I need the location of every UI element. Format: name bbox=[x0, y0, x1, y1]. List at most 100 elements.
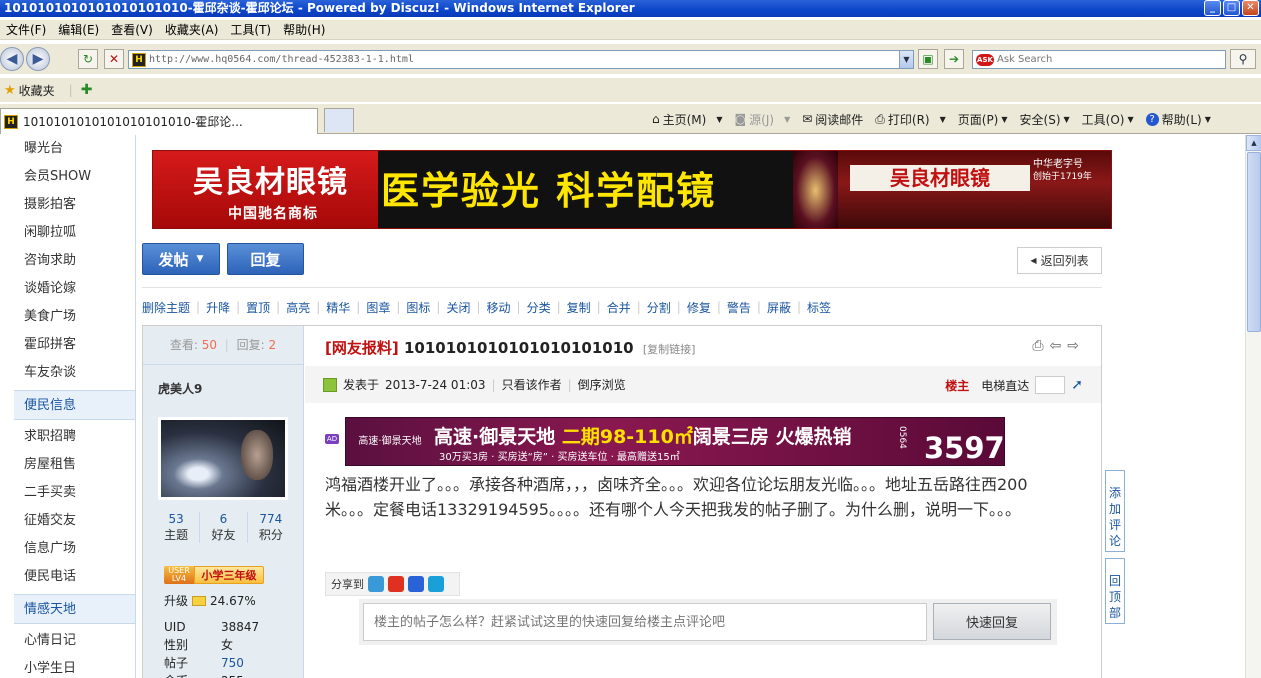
new-post-button[interactable]: 发帖 ▼ bbox=[142, 243, 220, 275]
compatibility-view-button[interactable]: ▣ bbox=[918, 49, 938, 69]
tab-current[interactable]: H 1010101010101010101010-霍邱论... bbox=[0, 108, 318, 134]
menu-tools[interactable]: 工具(T) bbox=[224, 20, 277, 39]
count-points[interactable]: 774 积分 bbox=[248, 512, 294, 543]
cmd-mail[interactable]: ✉ 阅读邮件 bbox=[796, 108, 869, 130]
sidebar-item[interactable]: 闲聊拉呱 bbox=[14, 219, 135, 247]
back-to-top-button[interactable]: 回顶部 bbox=[1105, 558, 1125, 624]
quick-reply-input[interactable] bbox=[363, 603, 927, 641]
sidebar-item[interactable]: 二手买卖 bbox=[14, 479, 135, 507]
sidebar-section-header[interactable]: 情感天地 bbox=[14, 594, 135, 624]
cmd-safety[interactable]: 安全(S) ▼ bbox=[1014, 108, 1076, 130]
new-tab-button[interactable] bbox=[324, 108, 354, 132]
sidebar-item[interactable]: 求职招聘 bbox=[14, 423, 135, 451]
chevron-down-icon[interactable]: ▼ bbox=[716, 115, 722, 124]
sidebar-item[interactable]: 摄影拍客 bbox=[14, 191, 135, 219]
search-bar[interactable]: ASK bbox=[972, 50, 1226, 69]
qzone-share-icon[interactable] bbox=[368, 576, 384, 592]
qq-share-icon[interactable] bbox=[428, 576, 444, 592]
prev-thread-icon[interactable]: ⇦ bbox=[1050, 338, 1062, 354]
quick-reply-button[interactable]: 快速回复 bbox=[933, 603, 1051, 640]
chevron-down-icon[interactable]: ▼ bbox=[784, 115, 790, 124]
glasses-ad-banner[interactable]: 吴良材眼镜 中国驰名商标 医学验光 科学配镜 吴良材眼镜 中华老字号 创始于17… bbox=[152, 150, 1112, 229]
menu-view[interactable]: 查看(V) bbox=[105, 20, 159, 39]
search-input[interactable] bbox=[997, 54, 1225, 65]
sidebar-item[interactable]: 房屋租售 bbox=[14, 451, 135, 479]
vertical-scrollbar[interactable]: ▲ bbox=[1245, 135, 1261, 678]
back-to-list-button[interactable]: ◀ 返回列表 bbox=[1017, 247, 1102, 274]
sidebar-item[interactable]: 曝光台 bbox=[14, 135, 135, 163]
sidebar-item[interactable]: 小学生日 bbox=[14, 655, 135, 678]
mod-action[interactable]: 分类 bbox=[527, 299, 551, 316]
mod-action[interactable]: 图标 bbox=[406, 299, 430, 316]
only-author-link[interactable]: 只看该作者 bbox=[502, 376, 562, 393]
sidebar-item[interactable]: 车友杂谈 bbox=[14, 359, 135, 387]
mod-action[interactable]: 合并 bbox=[607, 299, 631, 316]
mod-action[interactable]: 屏蔽 bbox=[767, 299, 791, 316]
sidebar-section-header[interactable]: 便民信息 bbox=[14, 390, 135, 420]
count-friends[interactable]: 6 好友 bbox=[200, 512, 248, 543]
maximize-button[interactable]: □ bbox=[1223, 0, 1240, 16]
add-favorite-icon[interactable]: ✚ bbox=[81, 82, 93, 98]
menu-help[interactable]: 帮助(H) bbox=[277, 20, 331, 39]
print-icon[interactable]: ⎙ bbox=[1032, 338, 1043, 354]
refresh-button[interactable]: ↻ bbox=[78, 49, 98, 69]
cmd-help[interactable]: ? 帮助(L) ▼ bbox=[1140, 108, 1217, 130]
scroll-thumb[interactable] bbox=[1247, 152, 1261, 332]
avatar[interactable] bbox=[158, 417, 288, 500]
cmd-feeds[interactable]: ◙ 源(J) ▼ bbox=[729, 108, 797, 130]
mod-action[interactable]: 删除主题 bbox=[142, 299, 190, 316]
mod-action[interactable]: 复制 bbox=[567, 299, 591, 316]
forward-button[interactable]: ▶ bbox=[26, 47, 50, 71]
search-button[interactable]: ⚲ bbox=[1230, 49, 1256, 69]
address-dropdown-icon[interactable]: ▼ bbox=[899, 51, 913, 68]
sidebar-item[interactable]: 信息广场 bbox=[14, 535, 135, 563]
address-bar[interactable]: H ▼ bbox=[128, 50, 914, 69]
menu-file[interactable]: 文件(F) bbox=[0, 20, 52, 39]
reverse-order-link[interactable]: 倒序浏览 bbox=[578, 376, 626, 393]
cmd-print[interactable]: ⎙ 打印(R) ▼ bbox=[869, 108, 951, 130]
sidebar-item[interactable]: 咨询求助 bbox=[14, 247, 135, 275]
copy-link[interactable]: [复制链接] bbox=[643, 343, 696, 356]
favorites-button[interactable]: 收藏夹 bbox=[19, 82, 55, 99]
cmd-tools[interactable]: 工具(O) ▼ bbox=[1076, 108, 1140, 130]
mod-action[interactable]: 图章 bbox=[366, 299, 390, 316]
back-button[interactable]: ◀ bbox=[0, 47, 24, 71]
info-value[interactable]: 750 bbox=[221, 654, 244, 672]
mod-action[interactable]: 移动 bbox=[487, 299, 511, 316]
sidebar-item[interactable]: 美食广场 bbox=[14, 303, 135, 331]
mod-action[interactable]: 精华 bbox=[326, 299, 350, 316]
menu-favorites[interactable]: 收藏夹(A) bbox=[159, 20, 225, 39]
mod-action[interactable]: 关闭 bbox=[446, 299, 470, 316]
mod-action[interactable]: 标签 bbox=[807, 299, 831, 316]
next-thread-icon[interactable]: ⇨ bbox=[1067, 338, 1079, 354]
go-button[interactable]: ➔ bbox=[944, 49, 964, 69]
minimize-button[interactable]: _ bbox=[1204, 0, 1221, 16]
mod-action[interactable]: 修复 bbox=[687, 299, 711, 316]
close-button[interactable]: ✕ bbox=[1242, 0, 1259, 16]
cmd-home[interactable]: ⌂ 主页(M) ▼ bbox=[646, 108, 729, 130]
realestate-ad-banner[interactable]: 高速·御景天地 高速·御景天地 二期98-110㎡阔景三房 火爆热销 30万买3… bbox=[345, 417, 1005, 466]
sidebar-item[interactable]: 便民电话 bbox=[14, 563, 135, 591]
sidebar-item[interactable]: 会员SHOW bbox=[14, 163, 135, 191]
chevron-down-icon[interactable]: ▼ bbox=[940, 115, 946, 124]
address-input[interactable] bbox=[149, 54, 899, 65]
reply-button[interactable]: 回复 bbox=[227, 243, 304, 275]
thread-category[interactable]: [网友报料] bbox=[325, 339, 399, 357]
floor-input[interactable] bbox=[1035, 376, 1066, 394]
jump-icon[interactable]: ➚ bbox=[1071, 377, 1083, 393]
sidebar-item[interactable]: 谈婚论嫁 bbox=[14, 275, 135, 303]
baidu-share-icon[interactable] bbox=[408, 576, 424, 592]
stop-button[interactable]: ✕ bbox=[104, 49, 124, 69]
mod-action[interactable]: 升降 bbox=[206, 299, 230, 316]
count-threads[interactable]: 53 主题 bbox=[153, 512, 201, 543]
menu-edit[interactable]: 编辑(E) bbox=[52, 20, 105, 39]
sidebar-item[interactable]: 征婚交友 bbox=[14, 507, 135, 535]
mod-action[interactable]: 高亮 bbox=[286, 299, 310, 316]
weibo-share-icon[interactable] bbox=[388, 576, 404, 592]
add-comment-button[interactable]: 添加评论 bbox=[1105, 470, 1125, 552]
sidebar-item[interactable]: 心情日记 bbox=[14, 627, 135, 655]
scroll-up-icon[interactable]: ▲ bbox=[1246, 135, 1261, 151]
mod-action[interactable]: 置顶 bbox=[246, 299, 270, 316]
sidebar-item[interactable]: 霍邱拼客 bbox=[14, 331, 135, 359]
cmd-page[interactable]: 页面(P) ▼ bbox=[952, 108, 1014, 130]
